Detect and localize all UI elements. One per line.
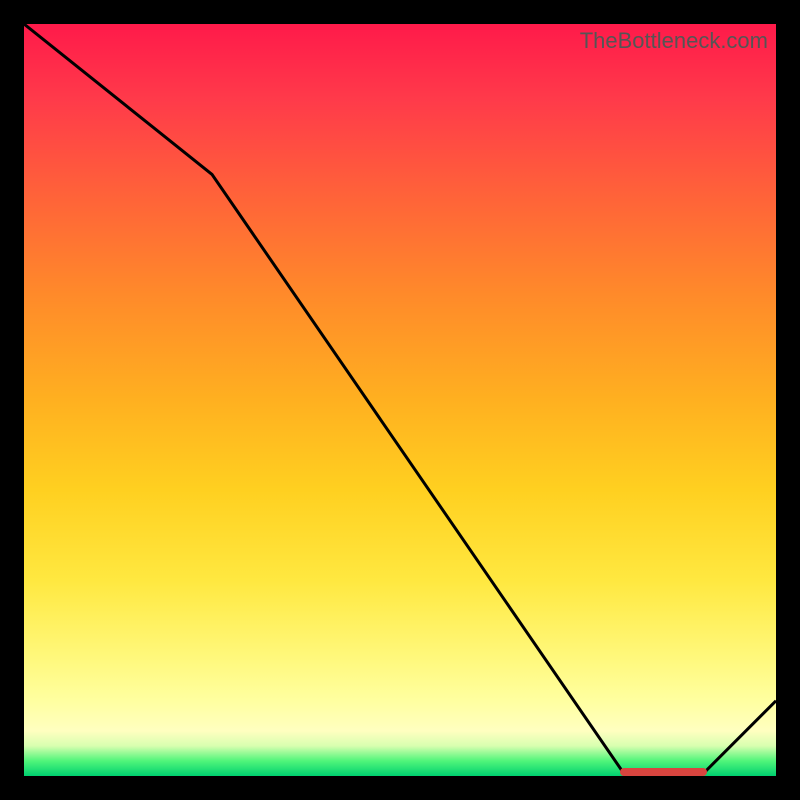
watermark-text: TheBottleneck.com [580, 28, 768, 54]
flat-region-marker [620, 768, 707, 776]
chart-frame: TheBottleneck.com [24, 24, 776, 776]
chart-line [24, 24, 776, 776]
